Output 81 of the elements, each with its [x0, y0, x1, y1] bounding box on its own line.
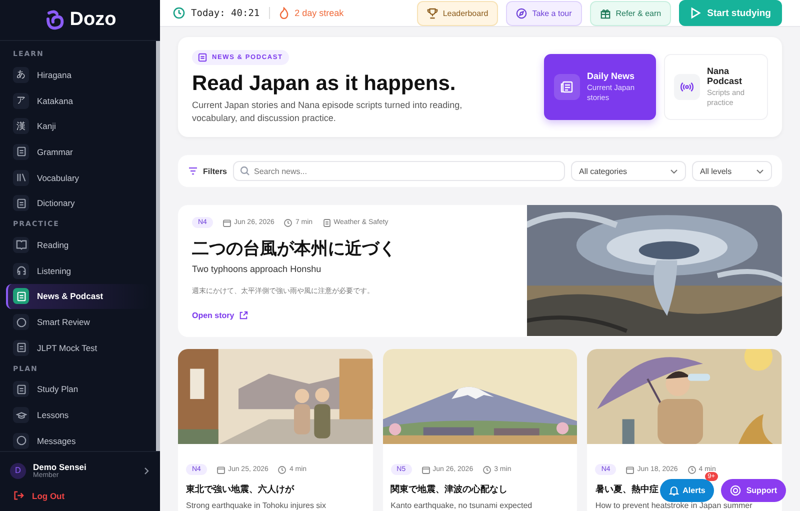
- sidebar-item[interactable]: あ Hiragana: [6, 62, 150, 88]
- brand-name: Dozo: [70, 9, 116, 31]
- play-icon: [690, 7, 702, 19]
- story-english-title: Two typhoons approach Honshu: [192, 264, 322, 274]
- support-button[interactable]: Support: [721, 479, 786, 502]
- clock-icon: [483, 466, 492, 474]
- story-english-title: How to prevent heatstroke in Japan summer: [595, 501, 754, 510]
- filters-label: Filters: [188, 166, 228, 176]
- sidebar-item[interactable]: Lessons: [6, 402, 150, 428]
- filter-icon: [188, 167, 198, 176]
- logo-icon: [44, 9, 66, 31]
- sidebar-item[interactable]: Messages: [6, 428, 150, 451]
- nav-icon: [16, 384, 26, 395]
- nav-icon: [16, 435, 26, 446]
- refer-button[interactable]: Refer & earn: [590, 0, 672, 26]
- kana-icon: あ: [16, 68, 26, 82]
- sidebar-item[interactable]: Grammar: [6, 139, 150, 165]
- story-title: 暑い夏、熱中症: [595, 484, 658, 496]
- streak-text: 2 day streak: [294, 8, 344, 18]
- level-dropdown[interactable]: All levels: [692, 161, 772, 182]
- nav-icon: [16, 265, 26, 276]
- nav-icon: [16, 410, 26, 421]
- calendar-icon: [222, 218, 231, 227]
- flame-icon: [278, 7, 289, 19]
- sidebar-item[interactable]: Vocabulary: [6, 164, 150, 190]
- nav-icon: [16, 316, 26, 328]
- clock-icon: [688, 466, 696, 474]
- nav-icon: [16, 290, 26, 302]
- logout-icon: [13, 490, 24, 501]
- broadcast-icon: [680, 80, 694, 94]
- calendar-icon: [626, 466, 634, 474]
- nav-icon: [16, 172, 26, 184]
- chevron-down-icon: [756, 168, 764, 174]
- story-title: 東北で強い地震、六人けが: [186, 484, 294, 496]
- nav-icon: [16, 239, 26, 250]
- category-dropdown[interactable]: All categories: [571, 161, 686, 182]
- newspaper-icon: [322, 218, 331, 227]
- compass-icon: [516, 8, 528, 18]
- kana-icon: 漢: [16, 120, 26, 133]
- gift-icon: [600, 8, 611, 18]
- timer-text: Today: 40:21: [191, 8, 260, 18]
- sidebar-item[interactable]: 漢 Kanji: [6, 113, 150, 140]
- sidebar-item[interactable]: JLPT Mock Test: [6, 334, 150, 361]
- kana-icon: ア: [16, 94, 26, 108]
- nav-icon: [16, 342, 26, 354]
- lifebuoy-icon: [730, 485, 742, 496]
- calendar-icon: [216, 466, 225, 474]
- sidebar-item[interactable]: Dictionary: [6, 190, 150, 216]
- hero-subtitle: Current Japan stories and Nana episode scripts turned into reading, vocabulary, and discussion practice.: [192, 99, 464, 126]
- newspaper-icon: [560, 80, 574, 94]
- nav-icon: [16, 146, 26, 158]
- story-english-title: Strong earthquake in Tohoku injures six: [186, 501, 327, 510]
- story-english-title: Kanto earthquake, no tsunami expected: [390, 501, 534, 510]
- story-title: 関東で地震、津波の心配なし: [390, 484, 508, 496]
- hero-title: Read Japan as it happens.: [192, 72, 457, 96]
- clock-icon: [173, 7, 185, 19]
- open-story-link[interactable]: Open story: [192, 311, 248, 320]
- calendar-icon: [422, 466, 430, 474]
- sidebar-item[interactable]: Listening: [6, 258, 150, 284]
- search-field[interactable]: Search news...: [233, 161, 565, 182]
- nav-icon: [16, 198, 26, 209]
- newspaper-icon: [198, 53, 207, 62]
- trophy-icon: [426, 8, 438, 18]
- user-name: Demo Sensei: [33, 462, 88, 472]
- avatar: D: [10, 462, 26, 478]
- logout-link[interactable]: Log Out: [10, 483, 150, 505]
- clock-icon: [278, 466, 286, 474]
- chevron-down-icon: [670, 168, 678, 174]
- bell-icon: [668, 485, 679, 496]
- external-link-icon: [239, 311, 248, 320]
- chevron-right-icon: [144, 466, 150, 474]
- story-title: 二つの台風が本州に近づく: [192, 238, 397, 260]
- clock-icon: [284, 218, 292, 227]
- sidebar-item[interactable]: ア Katakana: [6, 88, 150, 114]
- alerts-button[interactable]: Alerts: [660, 479, 714, 502]
- sidebar-item[interactable]: Smart Review: [6, 309, 150, 335]
- sidebar-item[interactable]: Study Plan: [6, 376, 150, 402]
- leaderboard-button[interactable]: Leaderboard: [416, 0, 498, 26]
- tour-button[interactable]: Take a tour: [506, 0, 582, 26]
- search-icon: [240, 166, 250, 176]
- sidebar-item[interactable]: Reading: [6, 232, 150, 258]
